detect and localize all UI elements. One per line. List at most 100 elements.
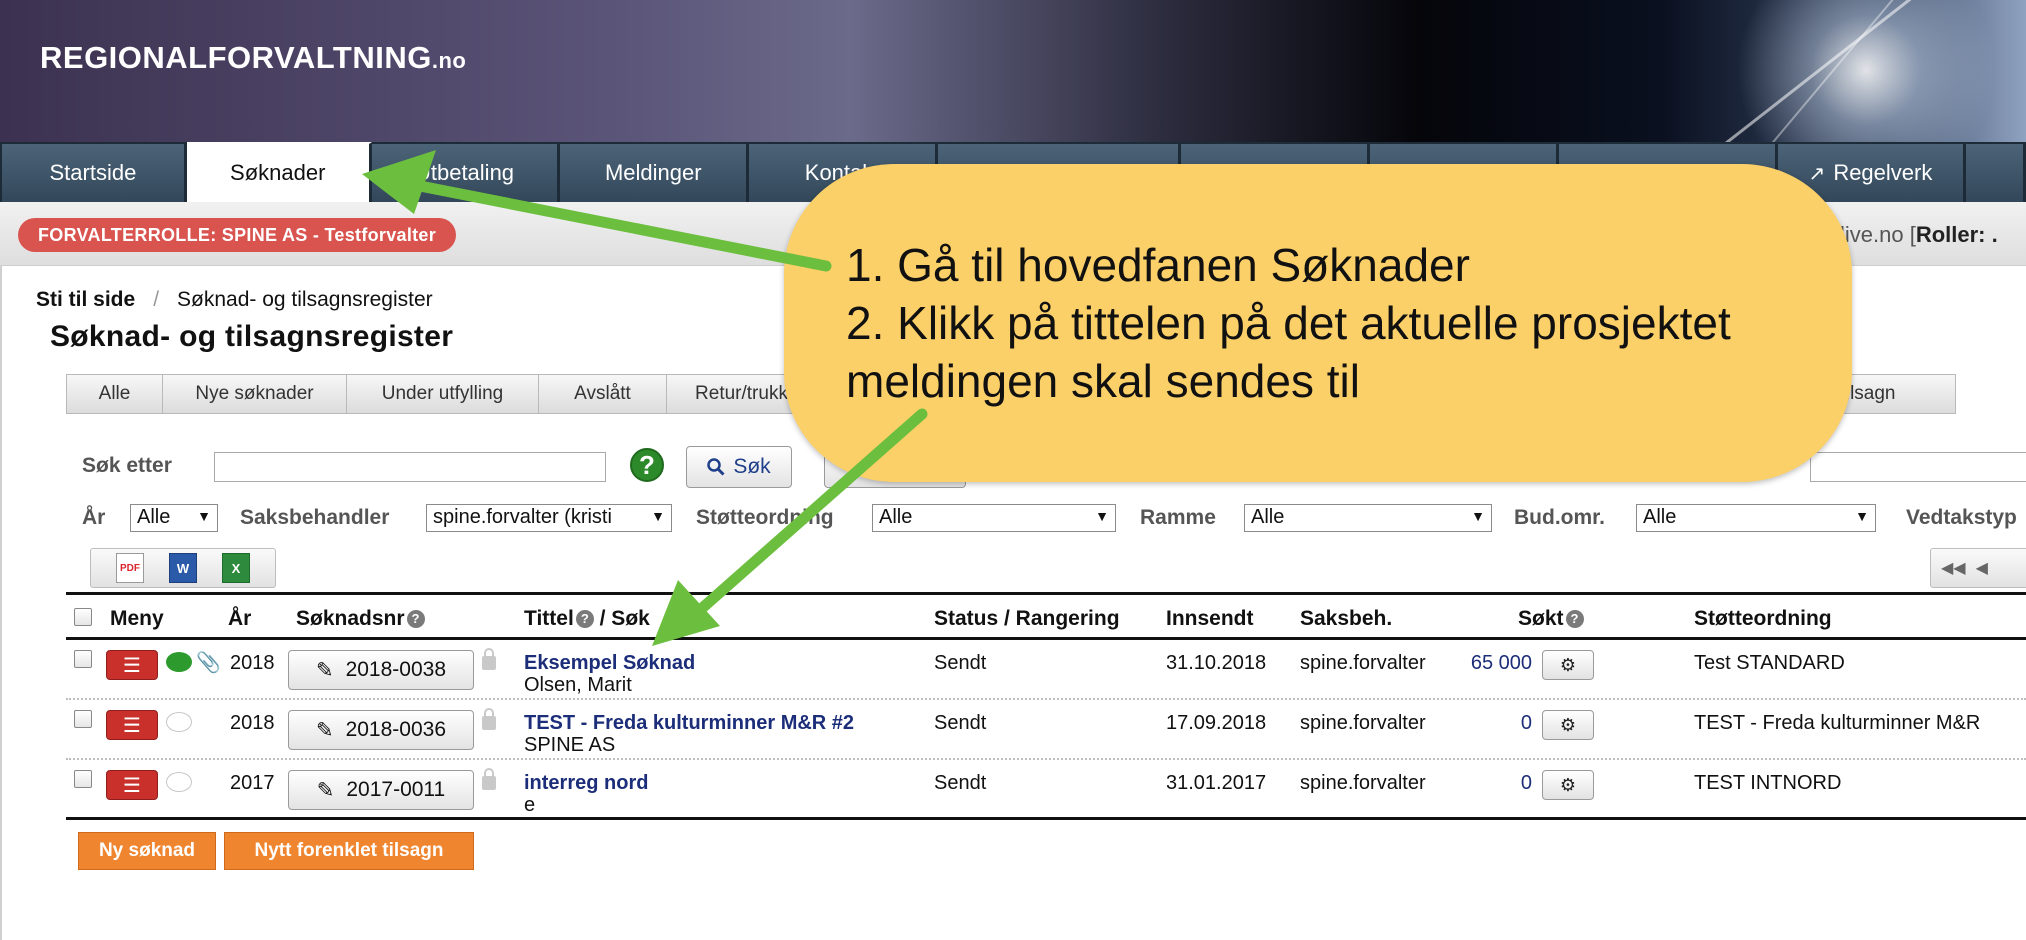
application-title-link[interactable]: TEST - Freda kulturminner M&R #2 — [524, 712, 854, 735]
cell-sokt[interactable]: 65 000 — [1462, 652, 1532, 675]
pencil-icon: ✎ — [315, 718, 334, 742]
application-number-button[interactable]: ✎ 2018-0038 — [288, 650, 474, 690]
help-icon[interactable]: ? — [406, 610, 425, 629]
tab-label: Meldinger — [604, 160, 702, 185]
message-icon[interactable] — [166, 652, 192, 672]
page-title: Søknad- og tilsagnsregister — [50, 320, 454, 353]
breadcrumb-current[interactable]: Søknad- og tilsagnsregister — [177, 288, 433, 312]
row-checkbox[interactable] — [74, 770, 92, 788]
col-saksbeh[interactable]: Saksbeh. — [1300, 607, 1392, 631]
tab-meldinger[interactable]: Meldinger — [560, 142, 750, 202]
col-status[interactable]: Status / Rangering — [934, 607, 1120, 631]
filter-vedtakstype-label: Vedtakstyp — [1906, 506, 2017, 529]
search-button[interactable]: Søk — [686, 446, 792, 488]
applicant-name: SPINE AS — [524, 734, 616, 756]
gear-icon[interactable]: ⚙ — [1542, 770, 1594, 800]
cell-innsendt: 17.09.2018 — [1166, 712, 1267, 734]
help-icon[interactable]: ? — [1565, 610, 1584, 629]
application-number: 2018-0038 — [345, 658, 447, 681]
help-icon[interactable]: ? — [630, 448, 664, 482]
row-menu-button[interactable]: ☰ — [106, 650, 158, 680]
filter-budomr-select[interactable]: Alle ▼ — [1636, 504, 1876, 532]
new-simplified-grant-button[interactable]: Nytt forenklet tilsagn — [224, 832, 474, 870]
select-all-checkbox[interactable] — [74, 608, 92, 626]
row-checkbox[interactable] — [74, 650, 92, 668]
pager: ◀◀ ◀ — [1930, 548, 2026, 588]
help-icon[interactable]: ? — [575, 610, 594, 629]
applicant-name: e — [524, 794, 536, 816]
subtab-avslatt[interactable]: Avslått — [538, 374, 666, 414]
instruction-step-2: 2. Klikk på tittelen på det aktuelle pro… — [846, 297, 1731, 349]
attachment-icon[interactable]: 📎 — [196, 650, 221, 675]
tab-overflow[interactable] — [1966, 142, 2026, 202]
user-email: live.no [ — [1840, 222, 1916, 247]
instruction-step-2-cont: meldingen skal sendes til — [846, 355, 1360, 407]
filter-saksbehandler-select[interactable]: spine.forvalter (kristi ▼ — [426, 504, 672, 532]
tab-soknader[interactable]: Søknader — [186, 142, 372, 202]
cell-status: Sendt — [934, 772, 987, 794]
application-number-button[interactable]: ✎ 2017-0011 — [288, 770, 474, 810]
col-stotteordning[interactable]: Støtteordning — [1694, 607, 1832, 631]
filter-ramme-select[interactable]: Alle ▼ — [1244, 504, 1492, 532]
tab-startside[interactable]: Startside — [2, 142, 187, 202]
table-header: Meny År Søknadsnr? Tittel? / Søk Status … — [66, 592, 2026, 640]
col-innsendt[interactable]: Innsendt — [1166, 607, 1254, 631]
dropdown-arrow-icon: ▼ — [197, 508, 211, 524]
subtab-under-utfylling[interactable]: Under utfylling — [346, 374, 538, 414]
status-tabs: Alle Nye søknader Under utfylling Avslåt… — [66, 374, 816, 414]
button-label: Nytt forenklet tilsagn — [254, 840, 444, 861]
hamburger-icon: ☰ — [123, 774, 141, 797]
word-export-icon[interactable]: W — [169, 553, 197, 583]
row-menu-button[interactable]: ☰ — [106, 770, 158, 800]
cell-saksbeh: spine.forvalter — [1300, 772, 1426, 794]
application-title-link[interactable]: interreg nord — [524, 772, 648, 795]
col-sokt[interactable]: Søkt? — [1518, 607, 1584, 631]
message-icon[interactable] — [166, 712, 192, 732]
subtab-label: Retur/trukk — [695, 383, 788, 404]
row-menu-button[interactable]: ☰ — [106, 710, 158, 740]
dropdown-arrow-icon: ▼ — [1855, 508, 1869, 524]
col-meny: Meny — [110, 607, 164, 630]
tab-label: Søknader — [230, 160, 326, 185]
table-row: ☰ 2017 ✎ 2017-0011 interreg nord e Sendt … — [66, 760, 2026, 820]
message-icon[interactable] — [166, 772, 192, 792]
cell-status: Sendt — [934, 712, 987, 734]
col-label: Søkt — [1518, 607, 1564, 630]
cell-sokt[interactable]: 0 — [1462, 772, 1532, 795]
cell-stotteordning: Test STANDARD — [1694, 652, 1845, 674]
cell-saksbeh: spine.forvalter — [1300, 652, 1426, 674]
role-badge[interactable]: FORVALTERROLLE: SPINE AS - Testforvalter — [18, 218, 457, 252]
application-title-link[interactable]: Eksempel Søknad — [524, 652, 695, 675]
lock-icon — [482, 708, 496, 730]
application-number-button[interactable]: ✎ 2018-0036 — [288, 710, 474, 750]
gear-icon[interactable]: ⚙ — [1542, 710, 1594, 740]
new-application-button[interactable]: Ny søknad — [78, 832, 216, 870]
col-tittel[interactable]: Tittel? / Søk — [524, 607, 650, 631]
cell-saksbeh: spine.forvalter — [1300, 712, 1426, 734]
application-number: 2018-0036 — [345, 718, 447, 741]
row-checkbox[interactable] — [74, 710, 92, 728]
pdf-export-icon[interactable]: PDF — [116, 553, 144, 583]
secondary-search-input[interactable] — [1810, 452, 2026, 482]
cell-innsendt: 31.10.2018 — [1166, 652, 1267, 674]
help-glyph: ? — [639, 449, 655, 480]
cell-ar: 2017 — [230, 772, 275, 794]
pdf-glyph: PDF — [120, 562, 140, 574]
tab-utbetaling[interactable]: Utbetaling — [371, 142, 561, 202]
site-logo[interactable]: REGIONALFORVALTNING.no — [40, 40, 466, 76]
subtab-alle[interactable]: Alle — [66, 374, 162, 414]
col-label: Tittel — [524, 607, 574, 630]
cell-sokt[interactable]: 0 — [1462, 712, 1532, 735]
gear-icon[interactable]: ⚙ — [1542, 650, 1594, 680]
subtab-nye[interactable]: Nye søknader — [162, 374, 346, 414]
col-soknadsnr[interactable]: Søknadsnr? — [296, 607, 425, 631]
search-input[interactable] — [214, 452, 606, 482]
first-page-icon[interactable]: ◀◀ — [1941, 558, 1966, 578]
select-value: spine.forvalter (kristi — [433, 506, 612, 528]
col-ar[interactable]: År — [228, 607, 251, 631]
excel-export-icon[interactable]: X — [222, 553, 250, 583]
prev-page-icon[interactable]: ◀ — [1976, 558, 1988, 578]
filter-ar-select[interactable]: Alle ▼ — [130, 504, 218, 532]
filter-stotteordning-select[interactable]: Alle ▼ — [872, 504, 1116, 532]
breadcrumb-root: Sti til side — [36, 288, 136, 311]
